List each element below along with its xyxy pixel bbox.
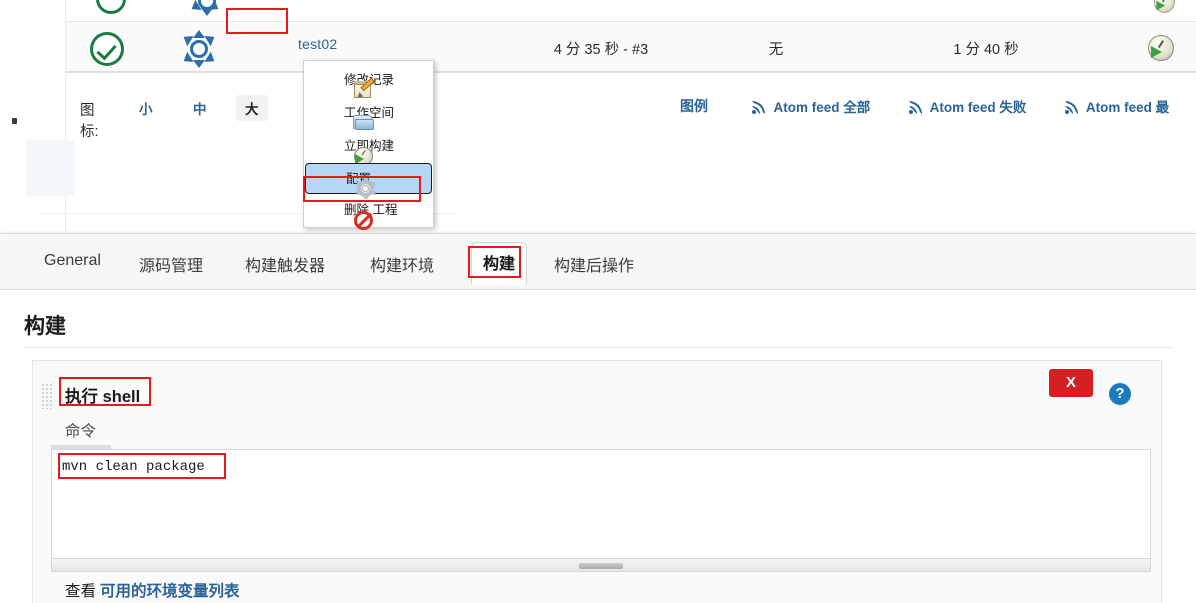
env-variables-hint: 查看 可用的环境变量列表 — [65, 579, 240, 601]
tab-post-build[interactable]: 构建后操作 — [546, 248, 642, 280]
tab-build[interactable]: 构建 — [471, 242, 528, 285]
screenshot-root: test02 4 分 35 秒 - #3 无 1 分 40 秒 图标: 小 中 — [0, 0, 1196, 603]
tab-build-environment[interactable]: 构建环境 — [362, 248, 442, 280]
rss-icon — [750, 98, 767, 115]
job-list-panel: test02 4 分 35 秒 - #3 无 1 分 40 秒 图标: 小 中 — [0, 0, 1196, 236]
sidebar-placeholder-box — [26, 140, 74, 196]
icon-size-medium[interactable]: 中 — [184, 95, 216, 121]
page-title: 构建 — [24, 315, 66, 338]
menu-item-delete-project[interactable]: 删除 工程 — [304, 194, 433, 230]
sun-weather-icon — [188, 0, 222, 16]
last-failure-cell: 无 — [716, 38, 836, 59]
job-name-link[interactable]: test02 — [298, 36, 337, 52]
atom-feed-failed-label: Atom feed 失败 — [929, 100, 1027, 115]
icon-size-large[interactable]: 大 — [236, 95, 268, 121]
green-check-success-icon — [90, 32, 124, 66]
menu-item-changes[interactable]: 修改记录 — [304, 64, 433, 100]
job-context-menu: 修改记录 工作空间 立即构建 配置 — [303, 60, 434, 230]
sun-weather-icon — [180, 30, 218, 68]
env-variables-link[interactable]: 可用的环境变量列表 — [100, 583, 240, 600]
build-step-title: 执行 shell — [65, 388, 141, 406]
atom-feed-failed-link[interactable]: Atom feed 失败 — [907, 96, 1027, 116]
job-name-cell[interactable]: test02 — [298, 36, 337, 54]
tab-build-triggers[interactable]: 构建触发器 — [237, 248, 333, 280]
atom-feed-all-label: Atom feed 全部 — [773, 100, 871, 115]
atom-feed-latest-label: Atom feed 最 — [1085, 100, 1170, 115]
rss-icon — [907, 98, 924, 115]
tab-source-control[interactable]: 源码管理 — [131, 248, 211, 280]
duration-text: 1 分 40 秒 — [953, 42, 1019, 58]
config-tab-bar: General 源码管理 构建触发器 构建环境 构建 构建后操作 — [0, 234, 1196, 290]
env-hint-prefix: 查看 — [65, 583, 97, 600]
drag-handle[interactable] — [41, 383, 54, 409]
last-failure-text: 无 — [768, 42, 784, 58]
icon-size-label: 图标: — [80, 103, 99, 140]
title-divider — [24, 347, 1172, 348]
tab-general[interactable]: General — [36, 248, 109, 274]
textarea-resize-bar[interactable] — [51, 559, 1151, 572]
build-step-block: 执行 shell 命令 mvn clean package 查看 可用的环境变量列… — [32, 360, 1162, 603]
last-success-cell: 4 分 35 秒 - #3 — [486, 38, 716, 59]
last-success-text: 4 分 35 秒 - #3 — [553, 42, 649, 58]
command-textarea[interactable]: mvn clean package — [51, 449, 1151, 559]
menu-item-workspace[interactable]: 工作空间 — [304, 97, 433, 130]
menu-item-configure[interactable]: 配置 — [305, 163, 432, 199]
feed-bar: 图例 Atom feed 全部 Atom feed 失败 Atom feed 最 — [680, 96, 1196, 126]
resize-grip[interactable] — [579, 562, 623, 569]
rss-icon — [1063, 98, 1080, 115]
sidebar-marker-dot — [12, 118, 17, 124]
weather-cell — [180, 30, 218, 68]
remove-step-button[interactable]: X — [1049, 369, 1093, 397]
atom-feed-latest-link[interactable]: Atom feed 最 — [1063, 96, 1169, 116]
schedule-build-icon-partial[interactable] — [1154, 0, 1175, 13]
status-cell — [90, 32, 124, 66]
legend-link[interactable]: 图例 — [680, 96, 708, 116]
table-row-partial — [66, 0, 1196, 22]
table-row: test02 4 分 35 秒 - #3 无 1 分 40 秒 — [66, 23, 1196, 73]
help-icon[interactable]: ? — [1109, 383, 1131, 405]
build-now-button[interactable] — [1148, 35, 1174, 61]
icon-size-small[interactable]: 小 — [130, 95, 162, 121]
left-gutter — [0, 0, 66, 236]
schedule-build-icon[interactable] — [1148, 35, 1174, 61]
atom-feed-all-link[interactable]: Atom feed 全部 — [750, 96, 870, 116]
green-check-success-icon — [96, 0, 126, 14]
duration-cell: 1 分 40 秒 — [896, 38, 1076, 59]
menu-item-build-now[interactable]: 立即构建 — [304, 130, 433, 166]
job-config-panel: General 源码管理 构建触发器 构建环境 构建 构建后操作 构建 执行 s… — [0, 233, 1196, 603]
command-label: 命令 — [65, 423, 97, 440]
